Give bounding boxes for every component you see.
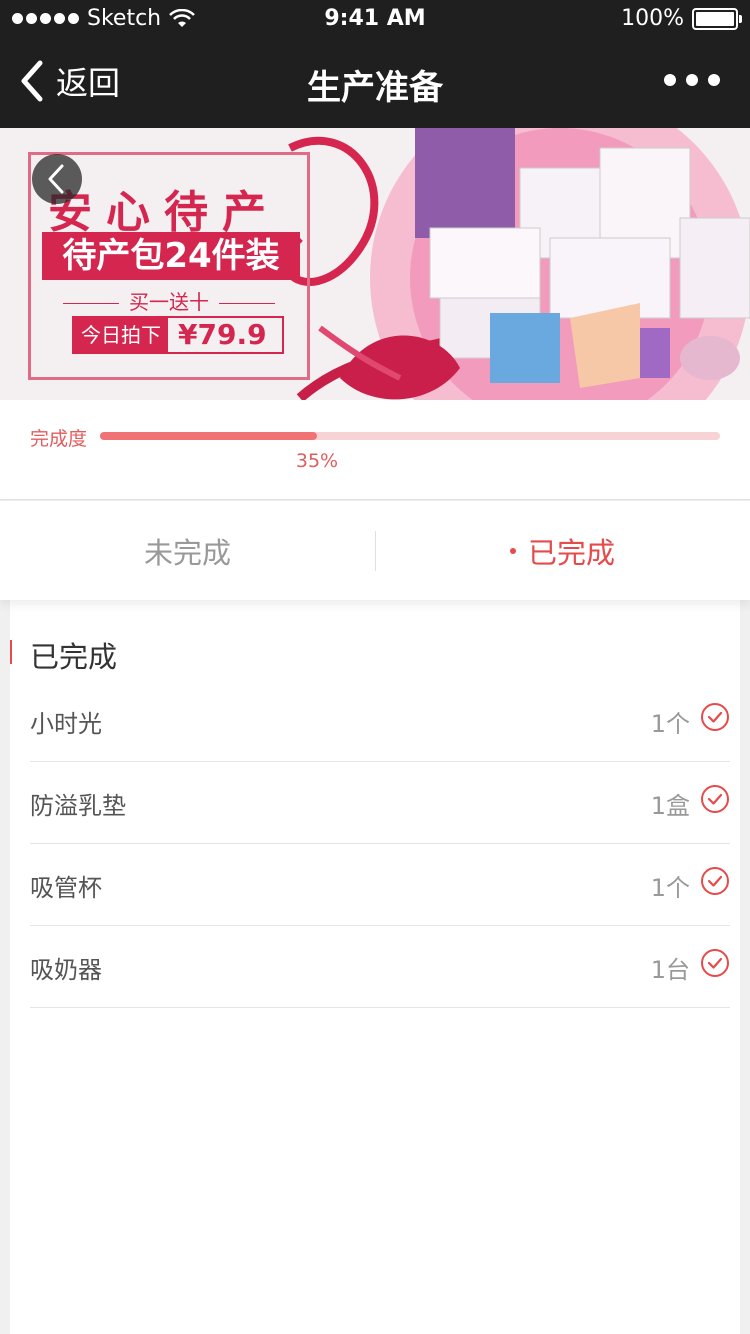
more-dot-icon (664, 74, 676, 86)
tab-divider (375, 531, 376, 571)
progress-fill (100, 432, 317, 440)
section-heading: 已完成 (30, 640, 118, 674)
completed-section: 已完成 小时光 1个 防溢乳垫 1盒 吸管杯 1个 吸奶器 1台 (10, 600, 740, 1334)
check-circle-icon[interactable] (700, 784, 730, 814)
banner-price-tag: 今日拍下 ¥79.9 (72, 316, 284, 354)
tab-incomplete[interactable]: 未完成 (0, 501, 375, 600)
more-dot-icon (686, 74, 698, 86)
battery-percent: 100% (621, 6, 684, 31)
item-name: 吸管杯 (30, 874, 102, 902)
check-circle-icon[interactable] (700, 702, 730, 732)
progress-percent: 35% (295, 450, 339, 472)
list-item[interactable]: 吸奶器 1台 (30, 926, 730, 1008)
active-dot-icon (509, 547, 516, 554)
tab-label: 未完成 (143, 535, 231, 570)
banner-back-button[interactable] (32, 154, 82, 204)
item-quantity: 1盒 (650, 792, 690, 820)
list-item[interactable]: 防溢乳垫 1盒 (30, 762, 730, 844)
list-item[interactable]: 小时光 1个 (30, 680, 730, 762)
tab-completed[interactable]: 已完成 (375, 501, 750, 600)
status-right: 100% (621, 6, 742, 31)
tab-label: 已完成 (527, 535, 615, 570)
page-title: 生产准备 (307, 68, 443, 108)
item-list: 小时光 1个 防溢乳垫 1盒 吸管杯 1个 吸奶器 1台 (30, 680, 730, 1008)
price-label: 今日拍下 (74, 318, 168, 352)
battery-icon (692, 7, 742, 30)
nav-bar: 返回 生产准备 (0, 40, 750, 128)
item-quantity: 1台 (650, 956, 690, 984)
price-value: ¥79.9 (178, 318, 267, 351)
item-name: 防溢乳垫 (30, 792, 126, 820)
section-marker (10, 640, 12, 664)
promo-banner[interactable]: 安心待产 待产包24件装 买一送十 今日拍下 ¥79.9 (0, 128, 750, 400)
item-name: 小时光 (30, 710, 102, 738)
banner-subtitle: 待产包24件装 (42, 232, 300, 280)
banner-gift-text: 买一送十 (44, 286, 294, 315)
chevron-left-icon (48, 164, 64, 194)
progress-label: 完成度 (30, 428, 88, 450)
item-name: 吸奶器 (30, 956, 102, 984)
status-tabs: 未完成 已完成 (0, 501, 750, 600)
check-circle-icon[interactable] (700, 948, 730, 978)
list-item[interactable]: 吸管杯 1个 (30, 844, 730, 926)
status-bar: Sketch 9:41 AM 100% (0, 0, 750, 40)
banner-title: 安心待产 (48, 187, 280, 238)
more-button[interactable] (664, 74, 720, 86)
progress-bar (100, 432, 720, 440)
check-circle-icon[interactable] (700, 866, 730, 896)
progress-section: 完成度 35% (0, 400, 750, 500)
item-quantity: 1个 (650, 710, 690, 738)
item-quantity: 1个 (650, 874, 690, 902)
more-dot-icon (708, 74, 720, 86)
top-bar: Sketch 9:41 AM 100% 返回 生产准备 (0, 0, 750, 128)
